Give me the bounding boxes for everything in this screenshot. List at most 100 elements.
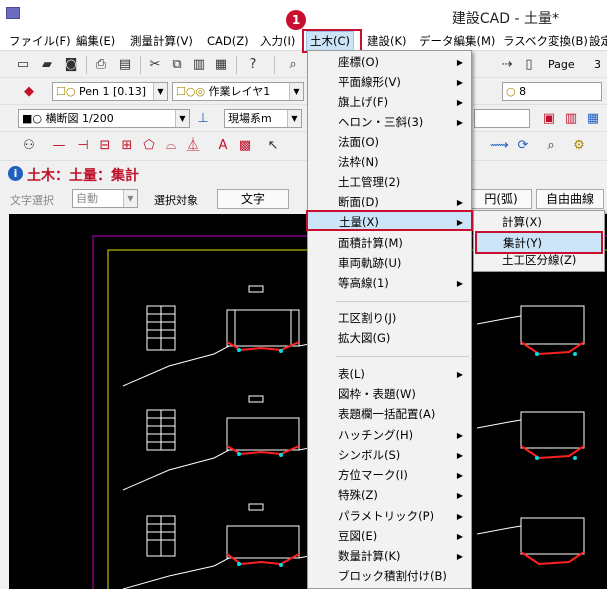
help-icon[interactable]: ? xyxy=(244,56,262,74)
step-badge: 1 xyxy=(286,10,306,30)
menu-construction[interactable]: 建設(K) xyxy=(367,33,407,49)
pen-combo[interactable]: ☐○ Pen 1 [0.13] ▼ xyxy=(52,82,168,101)
menu-data-edit[interactable]: データ編集(M) xyxy=(419,33,495,49)
paste-special-icon[interactable]: ▦ xyxy=(212,56,230,74)
menu-item-parametric[interactable]: パラメトリック(P) ▶ xyxy=(308,506,471,527)
chevron-right-icon: ▶ xyxy=(456,218,463,227)
cross-section-right xyxy=(476,305,585,566)
rect-icon[interactable]: ⊟ xyxy=(96,137,114,155)
submenu-item-calc[interactable]: 計算(X) xyxy=(474,212,604,233)
search-icon[interactable]: ⌕ xyxy=(542,137,560,155)
copy-icon[interactable]: ⧉ xyxy=(168,56,186,74)
menu-item-contour[interactable]: 等高線(1) ▶ xyxy=(308,273,471,294)
chevron-right-icon: ▶ xyxy=(456,370,463,379)
menu-item-vehicle-track[interactable]: 車両軌跡(U) xyxy=(308,253,471,274)
menu-item-title-batch[interactable]: 表題欄一括配置(A) xyxy=(308,404,471,425)
menu-file[interactable]: ファイル(F) xyxy=(9,33,71,49)
layer-combo[interactable]: ☐○◎ 作業レイヤ1 ▼ xyxy=(172,82,304,101)
layer-number-combo[interactable]: ○ 8 xyxy=(502,82,602,101)
menu-item-plane-alignment[interactable]: 平面線形(V) ▶ xyxy=(308,72,471,93)
submenu-item-summary[interactable]: 集計(Y) xyxy=(475,231,603,254)
chevron-right-icon: ▶ xyxy=(456,58,463,67)
line-icon[interactable]: — xyxy=(50,137,68,155)
select-mode-combo[interactable]: 自動 ▼ xyxy=(72,189,138,208)
menu-item-block-layout[interactable]: ブロック積割付け(B) xyxy=(308,566,471,587)
open-folder-icon[interactable]: ▰ xyxy=(38,56,56,74)
coord-system-combo[interactable]: 現場系m ▼ xyxy=(224,109,302,128)
page-number: 3 xyxy=(594,58,601,71)
menu-item-frame-title[interactable]: 図枠・表題(W) xyxy=(308,384,471,405)
submenu-item-boundary-line[interactable]: 土工区分線(Z) xyxy=(474,253,604,271)
toolbar-main: ▭ ▰ ◙ ⎙ ▤ ✂ ⧉ ▥ ▦ ? ⌕ ⇢ ▯ Page 3 xyxy=(0,52,607,78)
menu-item-quantity-calc[interactable]: 数量計算(K) ▶ xyxy=(308,546,471,567)
view-combo[interactable]: ■○ 横断図 1/200 ▼ xyxy=(18,109,190,128)
extra-combo[interactable] xyxy=(474,109,530,128)
menu-item-zone-split[interactable]: 工区割り(J) xyxy=(308,308,471,329)
select-label: 文字選択 xyxy=(10,194,54,207)
zoom-icon[interactable]: ⌕ xyxy=(284,56,302,74)
menu-item-direction-mark[interactable]: 方位マーク(I) ▶ xyxy=(308,465,471,486)
save-icon[interactable]: ◙ xyxy=(62,56,80,74)
menu-item-earthwork-mgmt[interactable]: 土工管理(2) xyxy=(308,172,471,193)
toolbar-draw: ⚇ — ⊣ ⊟ ⊞ ⬠ ⌓ ⏅ A ▩ ↖ ⟿ ⟳ ⌕ ⚙ xyxy=(0,133,607,161)
layer-list-icon[interactable]: ▥ xyxy=(562,110,580,128)
page-nav-icon[interactable]: ⇢ xyxy=(498,56,516,74)
option-bar: 文字選択 自動 ▼ 選択対象 文字 円(弧) 自由曲線 xyxy=(0,188,607,212)
menu-input[interactable]: 入力(I) xyxy=(260,33,295,49)
menu-item-earth-volume[interactable]: 土量(X) ▶ xyxy=(306,210,473,231)
pointer-icon[interactable]: ↖ xyxy=(264,137,282,155)
menu-item-area-calc[interactable]: 面積計算(M) xyxy=(308,233,471,254)
menu-item-enlarged[interactable]: 拡大図(G) xyxy=(308,328,471,349)
menu-item-slope[interactable]: 法面(O) xyxy=(308,132,471,153)
arc-button[interactable]: 円(弧) xyxy=(470,189,532,209)
window-icon[interactable]: ▣ xyxy=(540,110,558,128)
page-icon[interactable]: ▯ xyxy=(520,56,538,74)
menu-item-symbol[interactable]: シンボル(S) ▶ xyxy=(308,445,471,466)
chevron-down-icon: ▼ xyxy=(287,110,301,127)
menu-item-heron[interactable]: ヘロン・三斜(3) ▶ xyxy=(308,112,471,133)
toolbar-view: ■○ 横断図 1/200 ▼ ⊥ 現場系m ▼ ▣ ▥ ▦ xyxy=(0,106,607,132)
chevron-down-icon: ▼ xyxy=(289,83,303,100)
menu-survey[interactable]: 測量計算(V) xyxy=(130,33,193,49)
cross-section-3 xyxy=(122,503,310,589)
cut-icon[interactable]: ✂ xyxy=(146,56,164,74)
tool-icon[interactable]: ⚙ xyxy=(570,137,588,155)
menu-edit[interactable]: 編集(E) xyxy=(76,33,115,49)
menu-raster-vector[interactable]: ラスベク変換(B) xyxy=(503,33,588,49)
chevron-right-icon: ▶ xyxy=(456,471,463,480)
arc2-icon[interactable]: ⏅ xyxy=(184,137,202,155)
menu-settings[interactable]: 設定 xyxy=(589,33,607,49)
mode-title: 土木：土量：集計 xyxy=(27,168,139,184)
print-icon[interactable]: ⎙ xyxy=(92,56,110,74)
table-icon[interactable]: ▦ xyxy=(584,110,602,128)
menu-item-hatching[interactable]: ハッチング(H) ▶ xyxy=(308,425,471,446)
measure-icon[interactable]: ⟿ xyxy=(490,137,509,155)
coordinate-icon[interactable]: ⊥ xyxy=(194,110,212,128)
menu-item-slope-frame[interactable]: 法枠(N) xyxy=(308,152,471,173)
menu-item-table[interactable]: 表(L) ▶ xyxy=(308,364,471,385)
toolbar-pen-layer: ◆ ☐○ Pen 1 [0.13] ▼ ☐○◎ 作業レイヤ1 ▼ ○ 8 xyxy=(0,79,607,105)
print-preview-icon[interactable]: ▤ xyxy=(116,56,134,74)
menu-item-flag[interactable]: 旗上げ(F) ▶ xyxy=(308,92,471,113)
menu-item-special[interactable]: 特殊(Z) ▶ xyxy=(308,485,471,506)
paste-icon[interactable]: ▥ xyxy=(190,56,208,74)
eraser-icon[interactable]: ◆ xyxy=(20,83,38,101)
polygon-icon[interactable]: ⬠ xyxy=(140,137,158,155)
menu-item-bean-figure[interactable]: 豆図(E) ▶ xyxy=(308,526,471,547)
rect2-icon[interactable]: ⊞ xyxy=(118,137,136,155)
freecurve-button[interactable]: 自由曲線 xyxy=(536,189,604,209)
cross-section-2 xyxy=(122,395,310,491)
polyline-icon[interactable]: ⊣ xyxy=(74,137,92,155)
snap-icon[interactable]: ⚇ xyxy=(20,137,38,155)
image-icon[interactable]: ▩ xyxy=(236,137,254,155)
rotate-icon[interactable]: ⟳ xyxy=(514,137,532,155)
menu-cad[interactable]: CAD(Z) xyxy=(207,33,249,49)
new-file-icon[interactable]: ▭ xyxy=(14,56,32,74)
text-icon[interactable]: A xyxy=(214,137,232,155)
info-icon: i xyxy=(8,166,23,181)
menu-item-coordinates[interactable]: 座標(O) ▶ xyxy=(308,52,471,73)
arc-icon[interactable]: ⌓ xyxy=(162,137,180,155)
text-button[interactable]: 文字 xyxy=(217,189,289,209)
chevron-right-icon: ▶ xyxy=(456,98,463,107)
chevron-right-icon: ▶ xyxy=(456,451,463,460)
